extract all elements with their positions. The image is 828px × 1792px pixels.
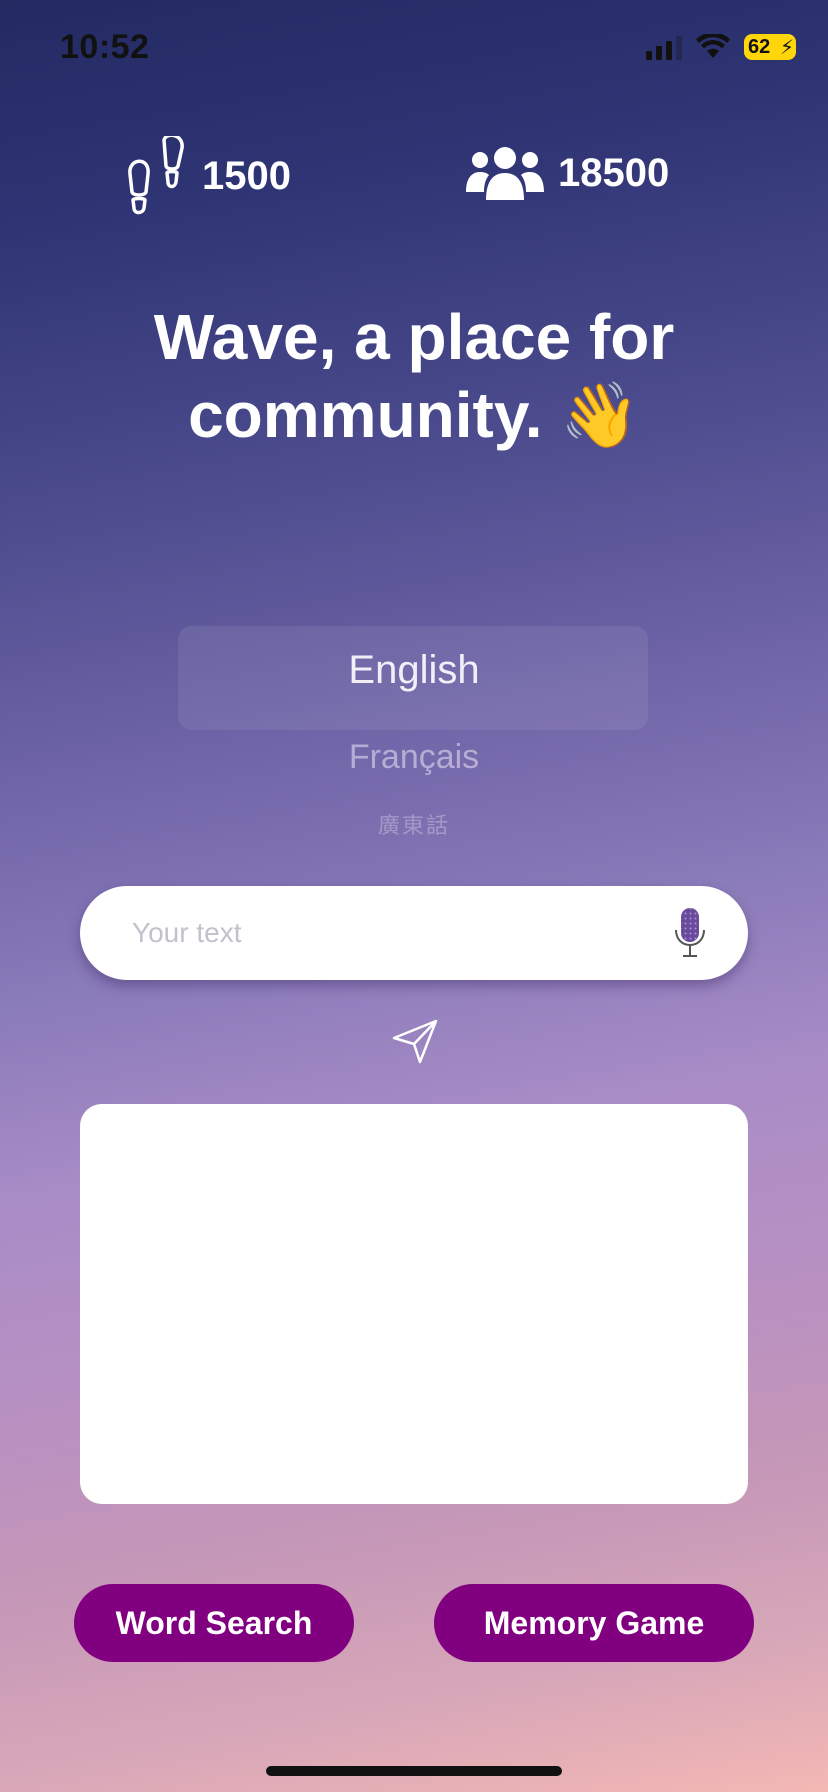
community-stat: 18500 xyxy=(466,146,669,200)
footprints-icon xyxy=(128,136,184,215)
text-input-container xyxy=(80,886,748,980)
text-input[interactable] xyxy=(132,917,670,949)
language-option-french[interactable]: Français xyxy=(0,738,828,777)
steps-stat: 1500 xyxy=(126,136,291,216)
send-button[interactable] xyxy=(390,1018,440,1066)
language-option-english[interactable]: English xyxy=(0,648,828,693)
status-icons: 62 ⚡ xyxy=(646,34,796,60)
stats-row: 1500 18500 xyxy=(0,130,828,220)
word-search-button[interactable]: Word Search xyxy=(74,1584,354,1662)
memory-game-button[interactable]: Memory Game xyxy=(434,1584,754,1662)
status-bar: 10:52 62 ⚡ xyxy=(0,0,828,100)
home-indicator[interactable] xyxy=(266,1766,562,1776)
group-icon xyxy=(466,147,544,200)
microphone-button[interactable] xyxy=(670,903,710,963)
wifi-icon xyxy=(696,34,730,58)
microphone-icon xyxy=(675,908,705,957)
language-option-cantonese[interactable]: 廣東話 xyxy=(0,808,828,840)
headline: Wave, a place for community. 👋 xyxy=(153,301,675,451)
steps-count: 1500 xyxy=(202,153,291,198)
battery-charging-icon: 62 ⚡ xyxy=(744,34,796,60)
output-box xyxy=(80,1104,748,1504)
language-picker[interactable]: English Français 廣東話 xyxy=(0,620,828,840)
status-time: 10:52 xyxy=(60,28,150,66)
battery-level: 62 xyxy=(748,35,771,58)
community-count: 18500 xyxy=(558,150,670,195)
signal-icon xyxy=(646,34,682,60)
paper-plane-icon xyxy=(392,1019,438,1064)
